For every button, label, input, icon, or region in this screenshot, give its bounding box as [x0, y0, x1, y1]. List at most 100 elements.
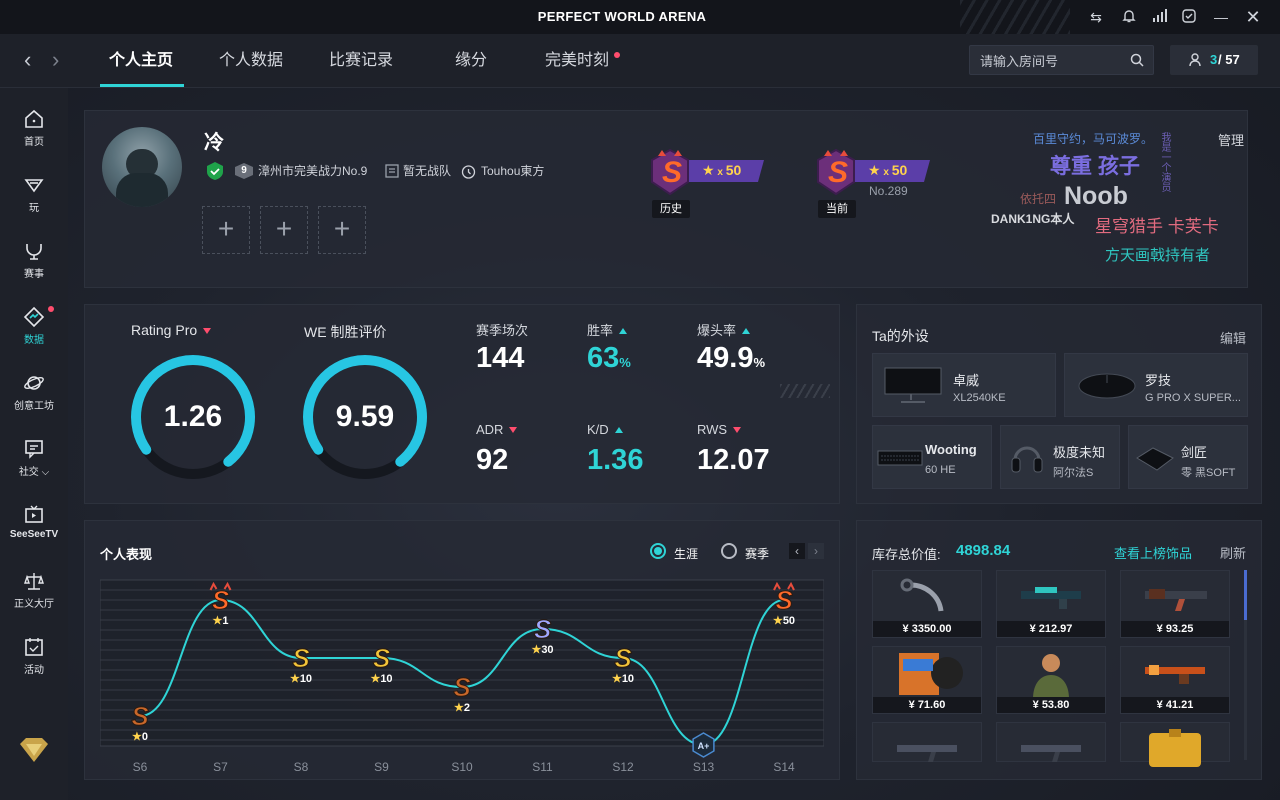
- club-name[interactable]: Touhou東方: [481, 163, 544, 179]
- rank-point[interactable]: S★50: [773, 581, 795, 627]
- inventory-item[interactable]: [872, 722, 982, 762]
- inventory-item[interactable]: [1120, 722, 1230, 767]
- sidebar-item-label: 首页: [24, 137, 44, 148]
- gear-item-mousepad[interactable]: 剑匠 零 黑SOFT: [1128, 425, 1248, 489]
- gear-item-monitor[interactable]: 卓威 XL2540KE: [872, 353, 1056, 417]
- monitor-icon: [884, 367, 942, 403]
- sidebar-item-social[interactable]: 社交 ⌵: [0, 438, 68, 490]
- sidebar-item-workshop[interactable]: 创意工坊: [0, 372, 68, 424]
- refresh-button[interactable]: 刷新: [1220, 543, 1246, 562]
- performance-title: 个人表现: [100, 547, 153, 562]
- vip-diamond-icon[interactable]: [18, 736, 50, 764]
- room-search-input[interactable]: [980, 51, 1130, 71]
- sidebar-item-seesee-tv[interactable]: SeeSeeTV: [0, 504, 68, 556]
- gear-brand: 卓威: [953, 373, 980, 388]
- rank-point[interactable]: S★0: [131, 701, 150, 744]
- x-axis-tick-label: S6: [132, 760, 148, 774]
- online-count: 3: [1210, 52, 1218, 67]
- signal-icon[interactable]: [1150, 8, 1168, 26]
- trend-down-icon: [203, 328, 212, 334]
- gear-item-headset[interactable]: 极度未知 阿尔法S: [1000, 425, 1120, 489]
- season-radio[interactable]: [721, 543, 737, 559]
- minimize-icon[interactable]: —: [1212, 8, 1230, 26]
- app-window: PERFECT WORLD ARENA ⇆ — ✕ ‹ › 个人主页 个人数据 …: [0, 0, 1280, 800]
- add-medal-button[interactable]: +: [318, 206, 366, 254]
- add-medal-button[interactable]: +: [260, 206, 308, 254]
- friends-icon: [1189, 53, 1201, 67]
- notification-dot: [614, 52, 620, 58]
- gear-brand: 罗技: [1145, 373, 1172, 388]
- rank-point[interactable]: A+: [692, 732, 715, 758]
- sidebar: 首页 玩 赛事 数据 创意工坊 社交 ⌵ SeeSeeTV 正义大厅 活动: [0, 88, 68, 800]
- inventory-item[interactable]: ¥ 41.21: [1120, 646, 1230, 714]
- sidebar-item-events-activity[interactable]: 活动: [0, 636, 68, 688]
- inventory-item[interactable]: [996, 722, 1106, 762]
- inventory-item[interactable]: ¥ 93.25: [1120, 570, 1230, 638]
- online-friends-button[interactable]: 3 / 57: [1170, 45, 1258, 75]
- tab-perfect-moments[interactable]: 完美时刻: [545, 49, 609, 73]
- bell-icon[interactable]: [1120, 8, 1138, 26]
- inventory-item[interactable]: ¥ 3350.00: [872, 570, 982, 638]
- stat-unit: %: [753, 355, 766, 370]
- club-icon: [461, 165, 476, 179]
- sidebar-item-play[interactable]: 玩: [0, 174, 68, 226]
- sidebar-item-data[interactable]: 数据: [0, 306, 68, 358]
- rank-point[interactable]: S★1: [209, 581, 232, 627]
- switch-icon[interactable]: ⇆: [1087, 8, 1105, 26]
- manage-button[interactable]: 管理: [1218, 130, 1244, 149]
- rank-point[interactable]: S★30: [531, 614, 553, 657]
- inventory-item[interactable]: ¥ 212.97: [996, 570, 1106, 638]
- rank-point[interactable]: S★10: [370, 643, 392, 686]
- trend-up-icon: [614, 427, 623, 433]
- star-count-label: ★10: [290, 673, 312, 685]
- tab-fate[interactable]: 缘分: [455, 49, 487, 73]
- sidebar-item-events[interactable]: 赛事: [0, 240, 68, 292]
- view-ranked-items-link[interactable]: 查看上榜饰品: [1114, 543, 1192, 562]
- avatar[interactable]: [102, 127, 182, 207]
- tab-home[interactable]: 个人主页: [109, 49, 173, 73]
- rank-point[interactable]: S★10: [290, 643, 312, 686]
- close-icon[interactable]: ✕: [1244, 8, 1262, 26]
- stat-value: 1.36: [587, 444, 643, 477]
- tab-personal-data[interactable]: 个人数据: [219, 49, 283, 73]
- we-label: WE 制胜评价: [304, 324, 387, 340]
- gear-title: Ta的外设: [872, 328, 929, 344]
- chevron-left-icon[interactable]: ‹: [789, 543, 805, 559]
- x-axis-tick-label: S9: [374, 760, 389, 774]
- back-icon[interactable]: ‹: [24, 48, 31, 72]
- inventory-item[interactable]: ¥ 71.60: [872, 646, 982, 714]
- shield-check-icon[interactable]: [1180, 8, 1198, 26]
- inventory-item[interactable]: ¥ 53.80: [996, 646, 1106, 714]
- trend-up-icon: [619, 328, 628, 334]
- agent-icon: [1015, 649, 1087, 704]
- gear-item-mouse[interactable]: 罗技 G PRO X SUPER...: [1064, 353, 1248, 417]
- x-axis-tick-label: S7: [213, 760, 228, 774]
- career-radio[interactable]: [650, 543, 666, 559]
- sidebar-item-home[interactable]: 首页: [0, 108, 68, 160]
- forward-icon[interactable]: ›: [52, 48, 59, 72]
- sidebar-item-justice-hall[interactable]: 正义大厅: [0, 570, 68, 622]
- search-icon[interactable]: [1129, 52, 1145, 68]
- performance-chart: S★0 S★1 S★10 S★10 S★2 S★30 S★10 A+ S★50: [100, 579, 824, 758]
- tab-match-history[interactable]: 比赛记录: [329, 49, 393, 73]
- sidebar-item-label: 社交 ⌵: [18, 467, 50, 478]
- rank-point[interactable]: S★10: [612, 643, 634, 686]
- add-medal-button[interactable]: +: [202, 206, 250, 254]
- rank-letter: S: [662, 156, 683, 189]
- team-name[interactable]: 暂无战队: [403, 163, 451, 179]
- career-option-label[interactable]: 生涯: [674, 545, 698, 562]
- chevron-right-icon[interactable]: ›: [808, 543, 824, 559]
- season-option-label[interactable]: 赛季: [745, 545, 769, 562]
- rank-point[interactable]: S★2: [453, 672, 472, 715]
- stat-unit: %: [619, 355, 631, 370]
- inventory-scrollbar[interactable]: [1244, 570, 1247, 760]
- decoration-stripes: [780, 384, 830, 398]
- sidebar-item-label: 玩: [29, 203, 39, 214]
- event-icon: [25, 638, 43, 656]
- impression-tag: 百里守约，马可波罗。: [1033, 132, 1154, 146]
- star-count-label: ★30: [531, 644, 553, 656]
- gear-item-keyboard[interactable]: Wooting 60 HE: [872, 425, 992, 489]
- impression-tag: 依托四: [1020, 192, 1057, 206]
- edit-gear-button[interactable]: 编辑: [1220, 328, 1246, 347]
- stat-value: 49.9%: [697, 342, 765, 375]
